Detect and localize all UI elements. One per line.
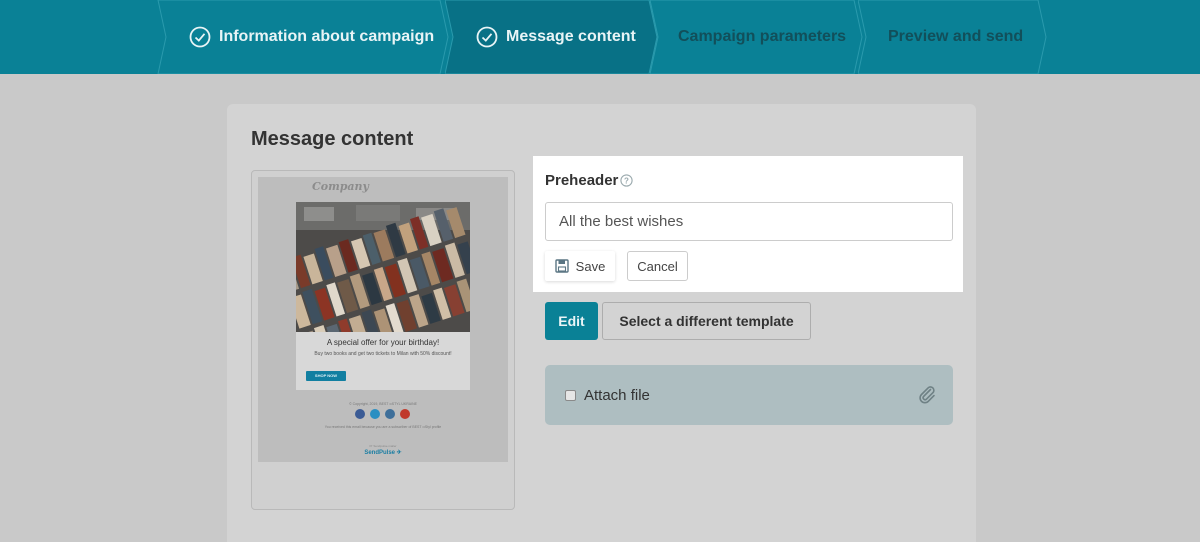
cancel-button[interactable]: Cancel	[627, 251, 688, 281]
template-preview-frame[interactable]: Company A special offer for your birthda…	[251, 170, 515, 510]
select-template-button[interactable]: Select a different template	[602, 302, 811, 340]
template-copyright: © Copyright, 2019, BEST ••STYL UKRAINE	[349, 402, 417, 406]
facebook-icon	[355, 409, 365, 419]
check-circle-icon	[476, 26, 498, 48]
step-label: Campaign parameters	[678, 28, 847, 45]
attach-file-checkbox[interactable]	[565, 390, 576, 401]
paperclip-icon[interactable]	[917, 384, 937, 404]
template-shop-button: SHOP NOW	[306, 371, 346, 381]
campaign-stepper: Information about campaign Message conte…	[0, 0, 1200, 74]
step-label: Message content	[506, 28, 636, 45]
floppy-disk-icon	[554, 259, 569, 273]
vk-icon	[385, 409, 395, 419]
step-information[interactable]: Information about campaign	[150, 0, 450, 74]
help-icon[interactable]: ?	[620, 174, 633, 187]
template-photo	[296, 202, 470, 332]
template-headline: A special offer for your birthday!	[326, 338, 440, 347]
page-title: Message content	[251, 128, 414, 150]
attach-file-label: Attach file	[584, 387, 650, 404]
template-text: Buy two books and get two tickets to Mil…	[314, 351, 452, 357]
email-template-preview: Company A special offer for your birthda…	[258, 177, 508, 462]
template-social-icons	[355, 409, 410, 419]
step-campaign-parameters[interactable]: Campaign parameters	[650, 0, 865, 74]
edit-button[interactable]: Edit	[545, 302, 598, 340]
template-body: A special offer for your birthday! Buy t…	[296, 332, 470, 390]
step-preview-send[interactable]: Preview and send	[858, 0, 1058, 74]
attach-file-box: Attach file	[545, 365, 953, 425]
step-message-content[interactable]: Message content	[445, 0, 660, 74]
preheader-label: Preheader	[545, 172, 619, 189]
template-logo: Company	[312, 180, 369, 193]
twitter-icon	[370, 409, 380, 419]
template-brand: SendPulse ✈	[364, 450, 402, 456]
template-powered-by: Pr Sendpulse.mailer	[369, 444, 397, 448]
save-button[interactable]: Save	[545, 251, 615, 281]
youtube-icon	[400, 409, 410, 419]
step-label: Preview and send	[888, 28, 1024, 45]
step-label: Information about campaign	[219, 28, 435, 45]
check-circle-icon	[189, 26, 211, 48]
preheader-panel: Preheader ? Save Cancel	[533, 156, 963, 292]
svg-text:?: ?	[624, 176, 629, 185]
bookshelf-image	[296, 202, 470, 332]
save-label: Save	[575, 258, 606, 274]
template-subscriber-note: You received this email because you are …	[324, 425, 442, 429]
preheader-input[interactable]	[545, 202, 953, 241]
